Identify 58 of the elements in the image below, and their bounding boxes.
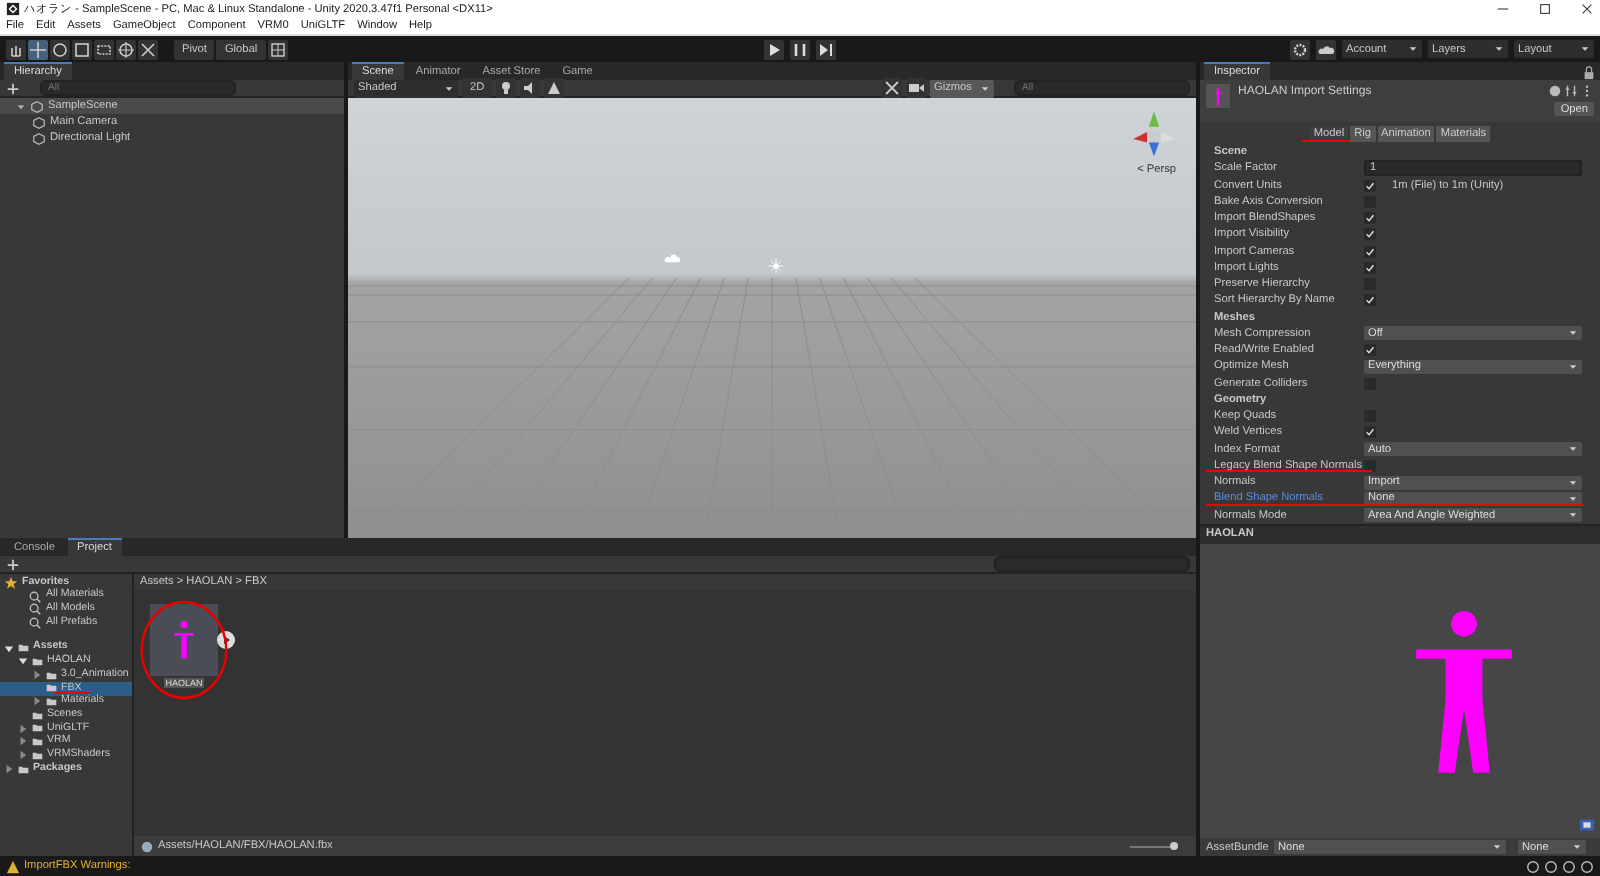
star-icon: [4, 575, 18, 590]
caret-icon: [1580, 44, 1591, 54]
grid-snap-icon[interactable]: [267, 39, 288, 59]
caret-icon: [1408, 44, 1419, 54]
sun-icon: [768, 258, 784, 274]
checkbox[interactable]: [1364, 212, 1376, 225]
sliders-icon[interactable]: [1564, 84, 1578, 98]
rect-tool-icon[interactable]: [94, 39, 114, 59]
caret-icon: [1492, 842, 1502, 852]
scene-icon: [30, 99, 44, 113]
close-icon[interactable]: [1580, 2, 1594, 16]
lock-icon[interactable]: [1582, 66, 1596, 80]
checkbox[interactable]: [1364, 261, 1376, 274]
rotate-tool-icon[interactable]: [50, 39, 70, 59]
caret-icon: [1568, 444, 1578, 455]
caret-icon: [1494, 44, 1505, 54]
expand-arrow-icon[interactable]: [16, 101, 26, 111]
slider-thumb[interactable]: [1170, 842, 1178, 850]
expand-arrow-icon[interactable]: [4, 643, 14, 654]
checkbox[interactable]: [1364, 294, 1376, 307]
figure-drawing: [1212, 85, 1224, 107]
effects-icon[interactable]: [544, 78, 565, 98]
cloud-icon[interactable]: [1316, 39, 1337, 59]
pause-icon[interactable]: [790, 39, 810, 59]
expand-arrow-icon[interactable]: [18, 656, 28, 667]
cloud-icon: [664, 254, 680, 264]
checkbox[interactable]: [1364, 245, 1376, 258]
checkbox[interactable]: [1364, 344, 1376, 357]
caret-icon: [1568, 328, 1578, 339]
play-icon[interactable]: [764, 39, 784, 59]
add-icon[interactable]: [6, 557, 20, 571]
caret-icon: [1568, 361, 1578, 372]
layers-icon[interactable]: [1578, 816, 1596, 834]
play-icon[interactable]: [216, 630, 236, 650]
transform-tool-icon[interactable]: [116, 39, 136, 59]
minimize-icon[interactable]: [1496, 2, 1510, 16]
custom-tool-icon[interactable]: [138, 39, 158, 59]
model-thumbnail[interactable]: [150, 604, 218, 676]
more-icon[interactable]: [1580, 84, 1594, 98]
model-preview[interactable]: [1200, 543, 1600, 838]
audio-icon[interactable]: [520, 78, 541, 98]
step-icon[interactable]: [816, 39, 836, 59]
settings-icon[interactable]: [1290, 39, 1311, 59]
tools-icon[interactable]: [882, 78, 902, 98]
hand-tool-icon[interactable]: [6, 39, 26, 59]
caret-icon: [1572, 842, 1582, 852]
maximize-icon[interactable]: [1538, 2, 1552, 16]
add-icon[interactable]: [6, 81, 20, 95]
camera-icon[interactable]: [906, 78, 926, 98]
checkbox[interactable]: [1364, 228, 1376, 241]
scale-tool-icon[interactable]: [72, 39, 92, 59]
checkbox[interactable]: [1364, 426, 1376, 439]
checkbox[interactable]: [1364, 179, 1376, 192]
light-icon[interactable]: [496, 78, 517, 98]
checkbox[interactable]: [1364, 377, 1376, 390]
zoom-slider[interactable]: [1130, 842, 1178, 850]
move-tool-icon[interactable]: [28, 39, 48, 59]
checkbox[interactable]: [1364, 459, 1376, 472]
